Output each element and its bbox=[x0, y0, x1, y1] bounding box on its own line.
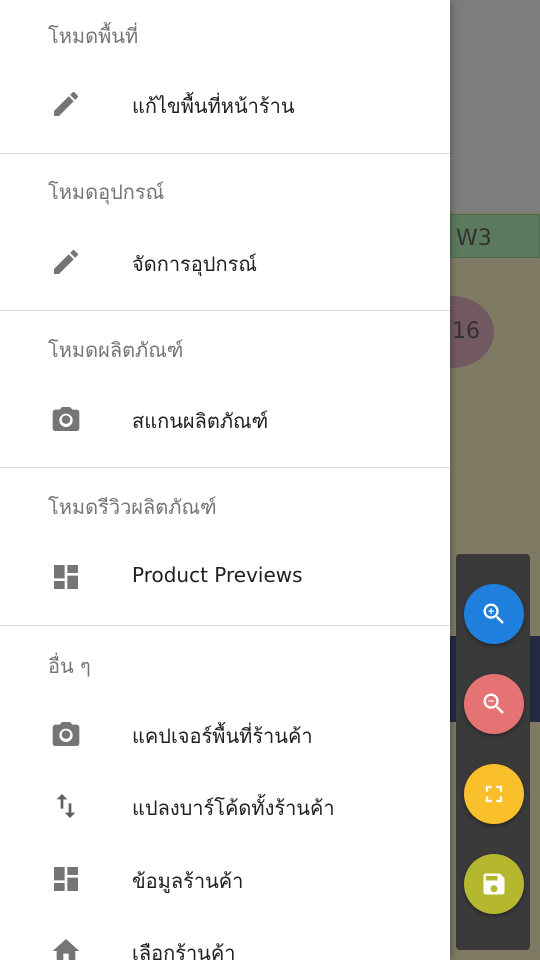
home-icon bbox=[50, 935, 82, 960]
section-title-product-mode: โหมดผลิตภัณฑ์ bbox=[48, 338, 184, 362]
camera-icon bbox=[50, 403, 82, 435]
divider bbox=[0, 310, 450, 311]
menu-item-label: จัดการอุปกรณ์ bbox=[132, 252, 257, 276]
menu-item-select-store[interactable]: เลือกร้านค้า bbox=[0, 920, 450, 960]
menu-item-label: ข้อมูลร้านค้า bbox=[132, 869, 244, 893]
swap-vertical-icon bbox=[50, 790, 82, 822]
save-button[interactable] bbox=[464, 854, 524, 914]
menu-item-label: แก้ไขพื้นที่หน้าร้าน bbox=[132, 94, 295, 118]
divider bbox=[0, 625, 450, 626]
menu-item-label: Product Previews bbox=[132, 563, 303, 587]
menu-item-product-previews[interactable]: Product Previews bbox=[0, 546, 450, 606]
pencil-icon bbox=[50, 246, 82, 278]
divider bbox=[0, 467, 450, 468]
zoom-out-icon bbox=[483, 693, 504, 714]
section-title-other: อื่น ๆ bbox=[48, 654, 91, 678]
menu-item-convert-barcodes[interactable]: แปลงบาร์โค้ดทั้งร้านค้า bbox=[0, 775, 450, 835]
fullscreen-icon bbox=[485, 785, 503, 803]
zoom-in-button[interactable] bbox=[464, 584, 524, 644]
menu-item-label: แปลงบาร์โค้ดทั้งร้านค้า bbox=[132, 796, 335, 820]
camera-icon bbox=[50, 718, 82, 750]
menu-item-label: สแกนผลิตภัณฑ์ bbox=[132, 409, 269, 433]
section-title-review-mode: โหมดรีวิวผลิตภัณฑ์ bbox=[48, 495, 217, 519]
dashboard-icon bbox=[50, 863, 82, 895]
section-title-equipment-mode: โหมดอุปกรณ์ bbox=[48, 180, 165, 204]
zoom-out-button[interactable] bbox=[464, 674, 524, 734]
menu-item-scan-product[interactable]: สแกนผลิตภัณฑ์ bbox=[0, 388, 450, 448]
menu-item-label: เลือกร้านค้า bbox=[132, 941, 236, 960]
menu-item-capture-store-area[interactable]: แคปเจอร์พื้นที่ร้านค้า bbox=[0, 703, 450, 763]
dashboard-icon bbox=[50, 561, 82, 593]
save-icon bbox=[483, 873, 505, 895]
menu-item-label: แคปเจอร์พื้นที่ร้านค้า bbox=[132, 724, 313, 748]
menu-item-store-info[interactable]: ข้อมูลร้านค้า bbox=[0, 848, 450, 908]
fit-screen-button[interactable] bbox=[464, 764, 524, 824]
navigation-drawer: โหมดพื้นที่ แก้ไขพื้นที่หน้าร้าน โหมดอุป… bbox=[0, 0, 450, 960]
menu-item-edit-storefront[interactable]: แก้ไขพื้นที่หน้าร้าน bbox=[0, 73, 450, 133]
pencil-icon bbox=[50, 88, 82, 120]
divider bbox=[0, 153, 450, 154]
section-title-area-mode: โหมดพื้นที่ bbox=[48, 24, 139, 48]
zoom-in-icon bbox=[483, 603, 504, 624]
menu-item-manage-equipment[interactable]: จัดการอุปกรณ์ bbox=[0, 231, 450, 291]
